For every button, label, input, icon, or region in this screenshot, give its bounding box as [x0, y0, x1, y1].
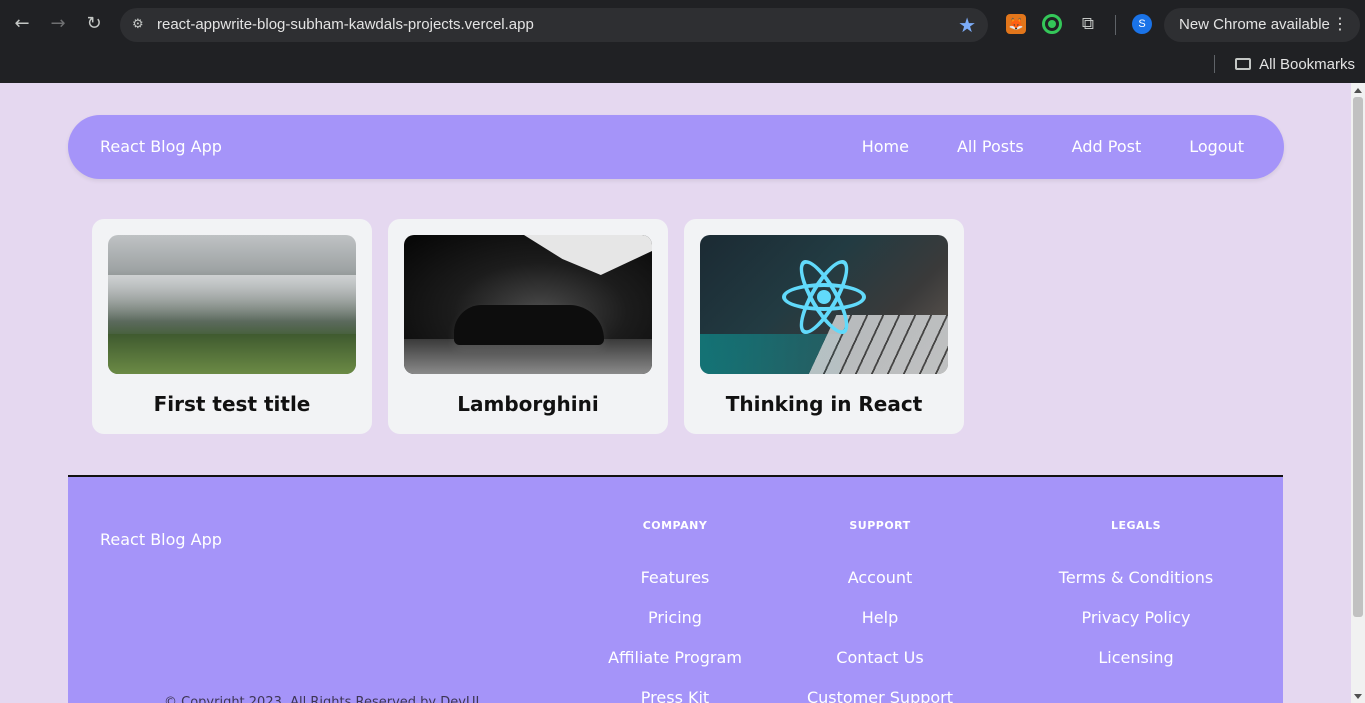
scroll-up-arrow[interactable]	[1354, 88, 1362, 93]
footer-link-customer-support[interactable]: Customer Support	[800, 687, 960, 703]
bookmark-star-icon[interactable]: ★	[958, 14, 976, 36]
post-title[interactable]: Thinking in React	[684, 391, 964, 417]
footer-heading: SUPPORT	[849, 519, 911, 532]
post-card[interactable]: Thinking in React	[684, 219, 964, 434]
post-card[interactable]: Lamborghini	[388, 219, 668, 434]
footer-link-pricing[interactable]: Pricing	[595, 607, 755, 629]
scroll-down-arrow[interactable]	[1354, 694, 1362, 699]
footer-column-support: SUPPORT Account Help Contact Us Customer…	[800, 519, 960, 703]
reload-icon[interactable]: ↻	[82, 12, 106, 36]
main-nav: Home All Posts Add Post Logout	[862, 136, 1244, 158]
site-header: React Blog App Home All Posts Add Post L…	[68, 115, 1284, 179]
nav-home[interactable]: Home	[862, 136, 909, 158]
extensions-puzzle-icon[interactable]: ⧉	[1078, 14, 1098, 34]
site-info-icon[interactable]: ⚙	[132, 16, 150, 34]
post-title[interactable]: First test title	[92, 391, 372, 417]
bookmarks-divider	[1214, 55, 1215, 73]
footer-brand[interactable]: React Blog App	[100, 529, 222, 551]
url-text[interactable]: react-appwrite-blog-subham-kawdals-proje…	[157, 16, 534, 34]
footer-link-terms[interactable]: Terms & Conditions	[1036, 567, 1236, 589]
more-vert-icon[interactable]: ⋮	[1332, 8, 1348, 42]
forward-icon[interactable]: →	[46, 12, 70, 36]
footer-link-features[interactable]: Features	[595, 567, 755, 589]
address-bar[interactable]: ⚙ react-appwrite-blog-subham-kawdals-pro…	[120, 8, 988, 42]
footer-link-help[interactable]: Help	[800, 607, 960, 629]
footer-link-licensing[interactable]: Licensing	[1036, 647, 1236, 669]
footer-link-press-kit[interactable]: Press Kit	[595, 687, 755, 703]
post-thumbnail-react[interactable]	[700, 235, 948, 374]
browser-toolbar: ← → ↻ ⚙ react-appwrite-blog-subham-kawda…	[0, 0, 1365, 48]
profile-avatar[interactable]: S	[1132, 14, 1152, 34]
react-logo-icon	[782, 253, 866, 341]
footer-link-account[interactable]: Account	[800, 567, 960, 589]
post-thumbnail-car[interactable]	[404, 235, 652, 374]
footer-link-affiliate[interactable]: Affiliate Program	[595, 647, 755, 669]
footer-column-legals: LEGALS Terms & Conditions Privacy Policy…	[1036, 519, 1236, 687]
all-bookmarks-label: All Bookmarks	[1259, 56, 1355, 73]
chrome-update-button[interactable]: New Chrome available ⋮	[1164, 8, 1360, 42]
folder-icon	[1235, 58, 1252, 70]
bookmarks-bar: All Bookmarks	[0, 48, 1365, 83]
page-scrollbar[interactable]	[1351, 83, 1365, 703]
post-card[interactable]: First test title	[92, 219, 372, 434]
post-title[interactable]: Lamborghini	[388, 391, 668, 417]
copyright-text: © Copyright 2023. All Rights Reserved by…	[164, 695, 484, 703]
site-brand[interactable]: React Blog App	[100, 136, 222, 158]
back-icon[interactable]: ←	[10, 12, 34, 36]
nav-all-posts[interactable]: All Posts	[957, 136, 1024, 158]
scroll-thumb[interactable]	[1353, 97, 1363, 617]
browser-chrome: ← → ↻ ⚙ react-appwrite-blog-subham-kawda…	[0, 0, 1365, 83]
post-thumbnail-forest[interactable]	[108, 235, 356, 374]
site-footer: React Blog App © Copyright 2023. All Rig…	[68, 475, 1283, 703]
footer-heading: COMPANY	[642, 519, 708, 532]
footer-heading: LEGALS	[1111, 519, 1161, 532]
toolbar-divider	[1115, 15, 1116, 35]
extension-ring-icon[interactable]	[1042, 14, 1062, 34]
footer-link-privacy[interactable]: Privacy Policy	[1036, 607, 1236, 629]
nav-add-post[interactable]: Add Post	[1072, 136, 1142, 158]
footer-column-company: COMPANY Features Pricing Affiliate Progr…	[595, 519, 755, 703]
update-label: New Chrome available	[1179, 16, 1330, 33]
footer-link-contact[interactable]: Contact Us	[800, 647, 960, 669]
metamask-icon[interactable]: 🦊	[1006, 14, 1026, 34]
nav-logout[interactable]: Logout	[1189, 136, 1244, 158]
all-bookmarks-button[interactable]: All Bookmarks	[1235, 53, 1355, 77]
